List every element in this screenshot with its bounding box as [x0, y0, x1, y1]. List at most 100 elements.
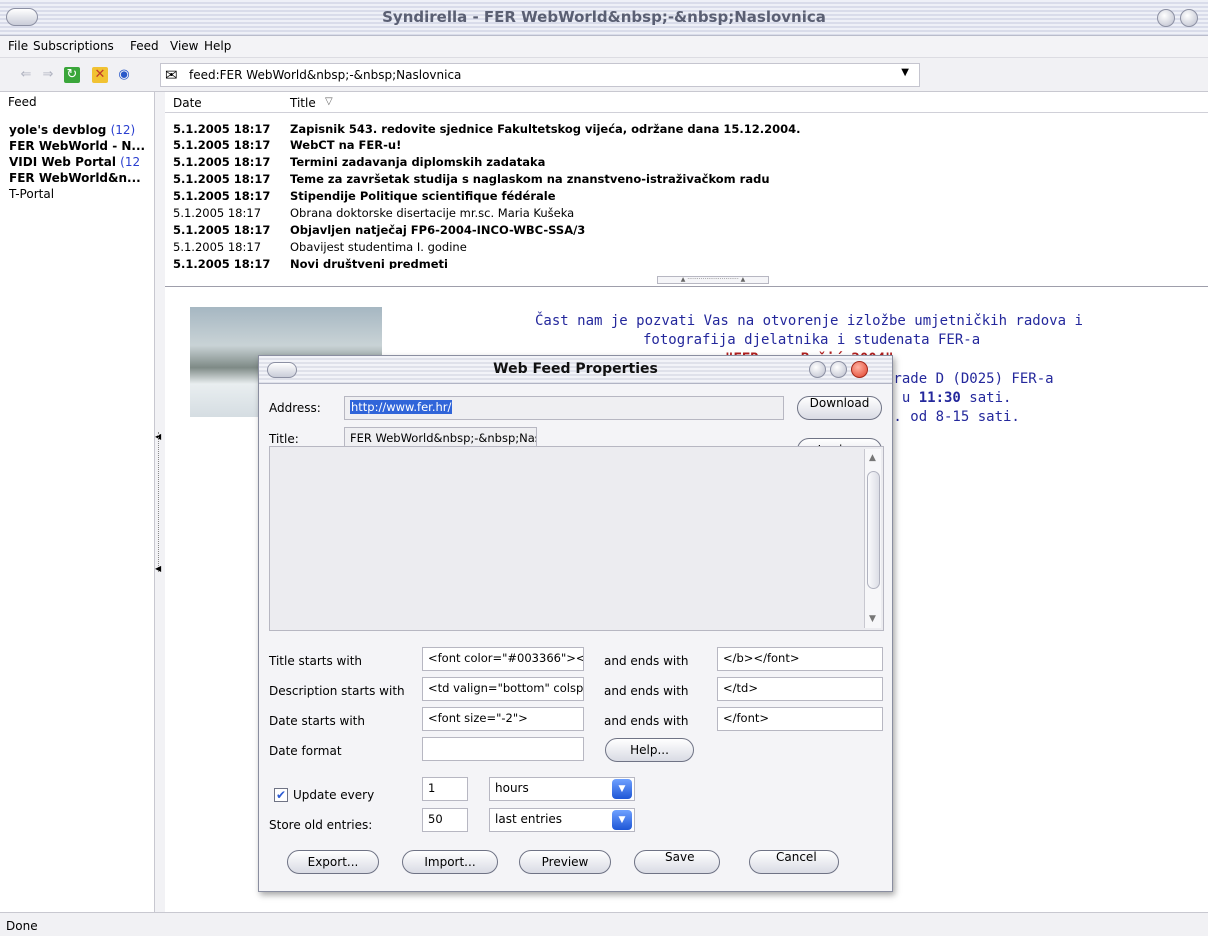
- title-label: Title:: [269, 432, 299, 446]
- store-old-label: Store old entries:: [269, 818, 373, 832]
- article-row[interactable]: 5.1.2005 18:17 Termini zadavanja diploms…: [165, 155, 1208, 171]
- article-date: 5.1.2005 18:17: [173, 122, 271, 136]
- refresh-icon[interactable]: ↻: [64, 67, 80, 83]
- web-feed-properties-dialog: Web Feed Properties Address: http://www.…: [258, 355, 893, 892]
- download-button[interactable]: Download: [797, 396, 882, 420]
- feed-item-name: T-Portal: [9, 187, 55, 201]
- store-old-unit-value: last entries: [495, 812, 563, 826]
- description-starts-label: Description starts with: [269, 684, 405, 698]
- update-unit-select[interactable]: hours ▼: [489, 777, 635, 801]
- dialog-close-icon[interactable]: [851, 361, 868, 378]
- article-date: 5.1.2005 18:17: [173, 189, 271, 203]
- menu-view[interactable]: View: [170, 39, 198, 53]
- article-date: 5.1.2005 18:17: [173, 223, 271, 237]
- article-row[interactable]: 5.1.2005 18:17 Teme za završetak studija…: [165, 172, 1208, 188]
- menu-subscriptions[interactable]: Subscriptions: [33, 39, 114, 53]
- forward-arrow-icon[interactable]: ⇒: [40, 67, 56, 83]
- chevron-down-icon[interactable]: ▼: [612, 810, 632, 830]
- update-every-checkbox[interactable]: ✔: [274, 788, 288, 802]
- description-preview-area[interactable]: ▲ ▼: [269, 446, 884, 631]
- minimize-icon[interactable]: [1157, 9, 1175, 27]
- feed-item[interactable]: yole's devblog (12): [9, 123, 135, 137]
- title-column-header[interactable]: Title: [290, 96, 316, 110]
- date-starts-label: Date starts with: [269, 714, 365, 728]
- feed-column-header[interactable]: Feed: [0, 92, 155, 112]
- article-title: Objavljen natječaj FP6-2004-INCO-WBC-SSA…: [290, 223, 586, 237]
- article-date: 5.1.2005 18:17: [173, 206, 262, 220]
- scroll-down-icon[interactable]: ▼: [869, 614, 876, 624]
- date-starts-field[interactable]: <font size="-2">: [422, 707, 584, 731]
- description-starts-field[interactable]: <td valign="bottom" colsp: [422, 677, 584, 701]
- article-row[interactable]: 5.1.2005 18:17 Novi društveni predmeti: [165, 257, 1208, 269]
- preview-line-4: grade D (D025) FER-a: [885, 371, 1054, 387]
- scrollbar[interactable]: ▲ ▼: [864, 449, 881, 628]
- preview-line-5-post: sati.: [960, 390, 1012, 406]
- stop-icon[interactable]: ✕: [92, 67, 108, 83]
- dialog-title: Web Feed Properties: [493, 361, 658, 377]
- horizontal-splitter-grip[interactable]: ▲ ··························· ▲: [657, 276, 769, 284]
- vertical-splitter[interactable]: ◀ ◀: [155, 92, 165, 912]
- article-title: Stipendije Politique scientifique fédéra…: [290, 189, 556, 203]
- menu-help[interactable]: Help: [204, 39, 231, 53]
- help-button[interactable]: Help...: [605, 738, 694, 762]
- article-row[interactable]: 5.1.2005 18:17 Objavljen natječaj FP6-20…: [165, 223, 1208, 239]
- feed-item[interactable]: FER WebWorld - N...: [9, 139, 145, 153]
- update-every-label: Update every: [293, 788, 375, 802]
- update-every-field[interactable]: 1: [422, 777, 468, 801]
- date-ends-field[interactable]: </font>: [717, 707, 883, 731]
- preview-line-5: e u 11:30 sati.: [885, 390, 1011, 406]
- feed-item-count: (12): [110, 123, 136, 137]
- article-row[interactable]: 5.1.2005 18:17 Obrana doktorske disertac…: [165, 206, 1208, 222]
- feed-item[interactable]: T-Portal: [9, 187, 54, 201]
- article-title: Novi društveni predmeti: [290, 257, 448, 269]
- cancel-button[interactable]: Cancel: [749, 850, 839, 874]
- date-ends-label: and ends with: [604, 714, 689, 728]
- save-button[interactable]: Save: [634, 850, 720, 874]
- back-arrow-icon[interactable]: ⇐: [18, 67, 34, 83]
- article-date: 5.1.2005 18:17: [173, 155, 271, 169]
- maximize-icon[interactable]: [1180, 9, 1198, 27]
- title-starts-field[interactable]: <font color="#003366"><: [422, 647, 584, 671]
- scroll-up-icon[interactable]: ▲: [869, 453, 876, 463]
- article-date: 5.1.2005 18:17: [173, 257, 271, 269]
- article-title: WebCT na FER-u!: [290, 138, 402, 152]
- menu-feed[interactable]: Feed: [130, 39, 159, 53]
- address-field[interactable]: http://www.fer.hr/: [344, 396, 784, 420]
- collapse-left-icon[interactable]: ◀: [155, 564, 161, 573]
- toolbar: ⇐ ⇒ ↻ ✕ ◉ ✉ feed:FER WebWorld&nbsp;-&nbs…: [0, 58, 1208, 92]
- article-title: Zapisnik 543. redovite sjednice Fakultet…: [290, 122, 801, 136]
- date-format-label: Date format: [269, 744, 342, 758]
- chevron-down-icon[interactable]: ▼: [901, 67, 909, 78]
- store-old-unit-select[interactable]: last entries ▼: [489, 808, 635, 832]
- article-row[interactable]: 5.1.2005 18:17 Stipendije Politique scie…: [165, 189, 1208, 205]
- article-list-header: Date Title ▽: [165, 92, 1208, 113]
- description-ends-field[interactable]: </td>: [717, 677, 883, 701]
- preview-line-6: 5. od 8-15 sati.: [885, 409, 1020, 425]
- date-format-field[interactable]: [422, 737, 584, 761]
- article-row[interactable]: 5.1.2005 18:17 WebCT na FER-u!: [165, 138, 1208, 154]
- article-date: 5.1.2005 18:17: [173, 240, 262, 254]
- menu-bar: File Subscriptions Feed View Help: [0, 36, 1208, 58]
- dialog-titlebar: Web Feed Properties: [259, 356, 892, 384]
- article-title: Teme za završetak studija s naglaskom na…: [290, 172, 770, 186]
- feed-item-selected[interactable]: FER WebWorld&n...: [9, 171, 141, 185]
- import-button[interactable]: Import...: [402, 850, 498, 874]
- article-date: 5.1.2005 18:17: [173, 172, 271, 186]
- dialog-maximize-icon[interactable]: [830, 361, 847, 378]
- preview-button[interactable]: Preview: [519, 850, 611, 874]
- home-icon[interactable]: ◉: [116, 67, 132, 83]
- menu-file[interactable]: File: [8, 39, 28, 53]
- feed-address-combo[interactable]: ✉ feed:FER WebWorld&nbsp;-&nbsp;Naslovni…: [160, 63, 920, 87]
- title-ends-label: and ends with: [604, 654, 689, 668]
- store-old-field[interactable]: 50: [422, 808, 468, 832]
- title-ends-field[interactable]: </b></font>: [717, 647, 883, 671]
- article-row[interactable]: 5.1.2005 18:17 Obavijest studentima I. g…: [165, 240, 1208, 256]
- article-row[interactable]: 5.1.2005 18:17 Zapisnik 543. redovite sj…: [165, 122, 1208, 138]
- export-button[interactable]: Export...: [287, 850, 379, 874]
- status-text: Done: [6, 919, 38, 933]
- scroll-thumb[interactable]: [867, 471, 880, 589]
- chevron-down-icon[interactable]: ▼: [612, 779, 632, 799]
- date-column-header[interactable]: Date: [173, 96, 202, 110]
- dialog-minimize-icon[interactable]: [809, 361, 826, 378]
- feed-item[interactable]: VIDI Web Portal (12: [9, 155, 140, 169]
